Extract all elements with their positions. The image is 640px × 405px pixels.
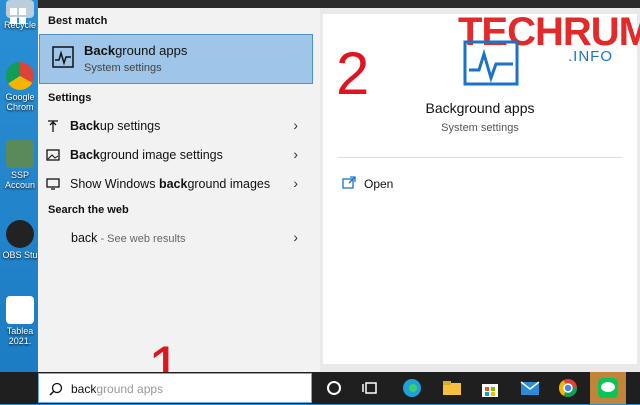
settings-item-label: Background image settings xyxy=(70,148,223,162)
search-web-heading: Search the web xyxy=(48,204,129,216)
desktop-icon-label: Tablea 2021. xyxy=(6,326,34,346)
window-top-edge xyxy=(38,0,640,8)
search-icon xyxy=(49,382,63,396)
watermark-suffix: .INFO xyxy=(568,48,613,65)
open-label: Open xyxy=(364,177,394,191)
desktop-icon-label: OBS Stu xyxy=(2,250,38,260)
windows-start-icon[interactable] xyxy=(10,8,26,24)
settings-heading: Settings xyxy=(48,92,92,104)
best-match-title: Background apps xyxy=(84,43,188,58)
arrow-up-icon xyxy=(48,120,58,132)
monitor-icon xyxy=(46,178,60,190)
chrome-taskbar-icon[interactable] xyxy=(556,376,580,400)
edge-icon[interactable] xyxy=(400,376,424,400)
settings-item-label: Show Windows background images xyxy=(70,177,271,191)
desktop-icon-chrome[interactable]: Google Chrom xyxy=(0,62,40,112)
preview-subtitle: System settings xyxy=(441,122,519,134)
settings-item-show-background-images[interactable]: Show Windows background images › xyxy=(38,170,310,198)
task-view-icon[interactable] xyxy=(358,376,382,400)
ssp-icon xyxy=(6,140,34,168)
chevron-right-icon[interactable]: › xyxy=(293,229,298,245)
settings-item-background-image[interactable]: Background image settings › xyxy=(38,141,310,169)
preview-divider xyxy=(338,157,622,158)
taskbar-search-box[interactable]: background apps xyxy=(38,373,312,403)
cortana-icon[interactable] xyxy=(322,376,346,400)
obs-icon xyxy=(6,220,34,248)
tableau-icon xyxy=(6,296,34,324)
open-icon xyxy=(342,176,356,189)
settings-item-backup[interactable]: Backup settings › xyxy=(38,112,310,140)
best-match-heading: Best match xyxy=(48,15,108,27)
desktop: Recycle Google Chrom SSP Accoun OBS Stu … xyxy=(0,0,40,372)
background-apps-icon xyxy=(52,46,74,68)
chevron-right-icon[interactable]: › xyxy=(293,146,298,162)
web-result-label: back - See web results xyxy=(71,231,186,245)
best-match-result[interactable]: Background apps System settings xyxy=(39,34,313,84)
desktop-icon-label: Google Chrom xyxy=(5,92,35,112)
web-result-back[interactable]: back - See web results › xyxy=(38,224,310,252)
search-input[interactable]: background apps xyxy=(71,382,163,396)
desktop-icon-label: SSP Accoun xyxy=(4,170,36,190)
desktop-icon-ssp[interactable]: SSP Accoun xyxy=(0,140,40,190)
store-icon[interactable] xyxy=(478,376,502,400)
picture-icon xyxy=(46,149,60,161)
chevron-right-icon[interactable]: › xyxy=(293,117,298,133)
background-apps-large-icon xyxy=(463,40,519,86)
settings-item-label: Backup settings xyxy=(70,119,161,133)
chevron-right-icon[interactable]: › xyxy=(293,175,298,191)
search-autocomplete-text: ground apps xyxy=(96,382,164,396)
mail-icon[interactable] xyxy=(518,376,542,400)
search-typed-text: back xyxy=(71,382,97,396)
desktop-icon-obs[interactable]: OBS Stu xyxy=(0,220,40,260)
preview-title: Background apps xyxy=(425,100,535,116)
step-2-annotation: 2 xyxy=(336,40,370,107)
line-app-tile[interactable] xyxy=(590,372,626,404)
line-icon xyxy=(598,378,618,398)
best-match-subtitle: System settings xyxy=(84,62,162,74)
desktop-icon-tableau[interactable]: Tablea 2021. xyxy=(0,296,40,346)
file-explorer-icon[interactable] xyxy=(440,376,464,400)
chrome-icon xyxy=(6,62,34,90)
